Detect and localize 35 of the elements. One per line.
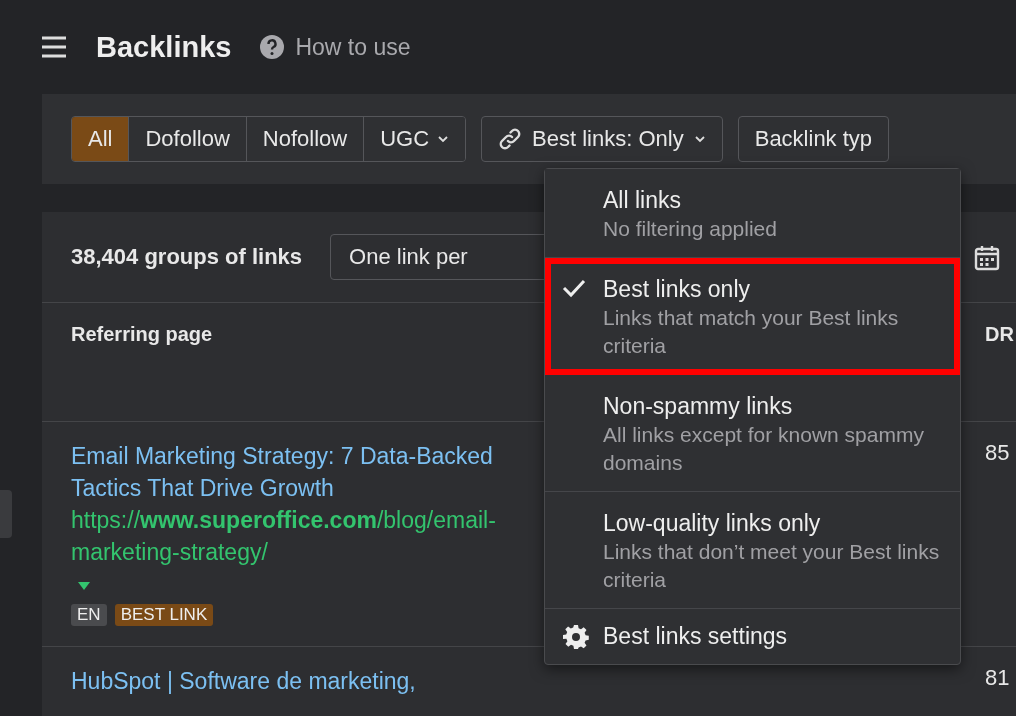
column-header[interactable]: DR	[985, 303, 1016, 421]
page-title-link[interactable]: HubSpot | Software de marketing,	[71, 665, 511, 697]
column-header[interactable]: Referring page	[71, 303, 541, 421]
caret-icon	[693, 135, 706, 143]
menu-option[interactable]: Low-quality links only Links that don’t meet your Best links criteria	[545, 492, 960, 609]
option-description: Links that don’t meet your Best links criteria	[603, 539, 940, 593]
option-title: Best links only	[603, 275, 751, 304]
menu-option[interactable]: Non-spammy links All links except for known spammy domains	[545, 375, 960, 492]
links-count: 38,404 groups of links	[71, 244, 303, 270]
menu-icon[interactable]	[40, 35, 68, 59]
page-url-link[interactable]: https://www.superoffice.com/blog/email-marketing-strategy/	[71, 504, 511, 568]
dr-value: 81	[985, 664, 1011, 692]
backlink-type-dropdown[interactable]: Backlink typ	[737, 116, 890, 162]
link-type-tab[interactable]: All	[72, 117, 130, 161]
menu-option[interactable]: Best links only Links that match your Best links criteria	[545, 258, 960, 375]
best-link-badge: BEST LINK	[114, 604, 214, 626]
option-description: All links except for known spammy domains	[603, 422, 925, 476]
page-title: Backlinks	[96, 30, 232, 64]
best-links-settings-item[interactable]: Best links settings	[545, 609, 960, 664]
menu-option[interactable]: All links No filtering applied	[545, 169, 960, 258]
option-title: Low-quality links only	[603, 509, 822, 538]
option-title: All links	[603, 186, 682, 215]
page-title-link[interactable]: Email Marketing Strategy: 7 Data-Backed Tactics That Drive Growth	[71, 440, 511, 504]
option-description: No filtering applied	[603, 216, 778, 242]
help-icon	[259, 34, 286, 60]
dropdown-triangle-icon[interactable]	[77, 580, 91, 591]
link-icon	[498, 127, 523, 151]
option-title: Non-spammy links	[603, 392, 794, 421]
gear-icon	[563, 623, 589, 650]
how-to-use-link[interactable]: How to use	[259, 33, 411, 61]
check-icon	[562, 278, 586, 298]
language-badge: EN	[71, 604, 107, 626]
dr-value: 85	[985, 439, 1011, 467]
best-links-dropdown[interactable]: Best links: Only	[481, 116, 723, 162]
option-description: Links that match your Best links criteria	[603, 305, 900, 359]
